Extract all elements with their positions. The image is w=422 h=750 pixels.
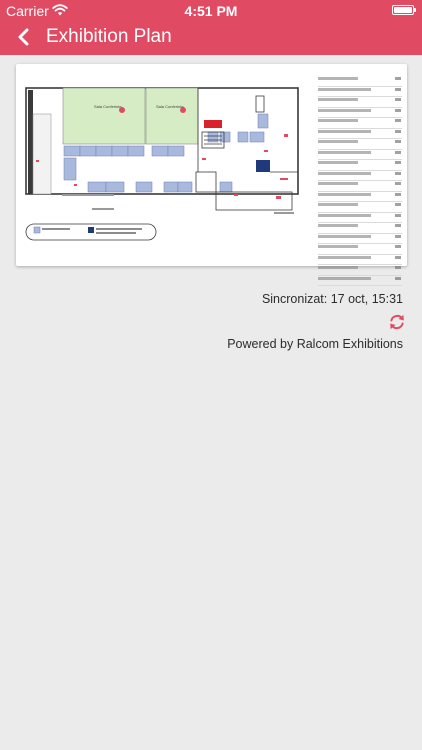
room-label-1: Sala Conferinte (94, 104, 122, 109)
exhibitor-list-item (318, 265, 402, 276)
exhibition-map-card[interactable]: Sala Conferinte Sala Conferinte (16, 64, 407, 286)
exhibitor-list-item (318, 118, 402, 129)
powered-by-footer: Powered by Ralcom Exhibitions (227, 337, 403, 351)
exhibitor-list-item (318, 150, 402, 160)
exhibitor-list-item (318, 234, 402, 244)
exhibitor-list-item (318, 202, 402, 213)
exhibitor-list-item (318, 97, 402, 108)
exhibitor-list-item (318, 223, 402, 234)
exhibitor-list-item (318, 276, 402, 286)
exhibitor-list-item (318, 244, 402, 255)
status-time: 4:51 PM (184, 3, 238, 19)
navigation-bar: Exhibition Plan (0, 22, 422, 55)
battery-full-icon (392, 5, 416, 15)
exhibitor-list-item (318, 129, 402, 139)
room-label-2: Sala Conferinte (156, 104, 184, 109)
exhibitor-list-item (318, 139, 402, 150)
exhibitor-list-item (318, 87, 402, 97)
exhibitor-list-item (318, 192, 402, 202)
exhibitor-list-item (318, 181, 402, 192)
exhibitor-list (318, 76, 402, 286)
exhibitor-list-item (318, 160, 402, 171)
exhibitor-list-item (318, 255, 402, 265)
chevron-left-icon (18, 28, 29, 46)
exhibitor-list-item (318, 76, 402, 87)
sync-status: Sincronizat: 17 oct, 15:31 (261, 292, 403, 306)
exhibitor-list-item (318, 108, 402, 118)
status-bar: Carrier 4:51 PM (0, 0, 422, 22)
back-button[interactable] (12, 25, 36, 49)
refresh-icon (390, 314, 404, 330)
exhibitor-list-item (318, 171, 402, 181)
exhibitor-list-item (318, 213, 402, 223)
page-title: Exhibition Plan (46, 26, 172, 47)
floor-plan[interactable]: Sala Conferinte Sala Conferinte (22, 74, 309, 256)
refresh-button[interactable] (388, 313, 406, 331)
